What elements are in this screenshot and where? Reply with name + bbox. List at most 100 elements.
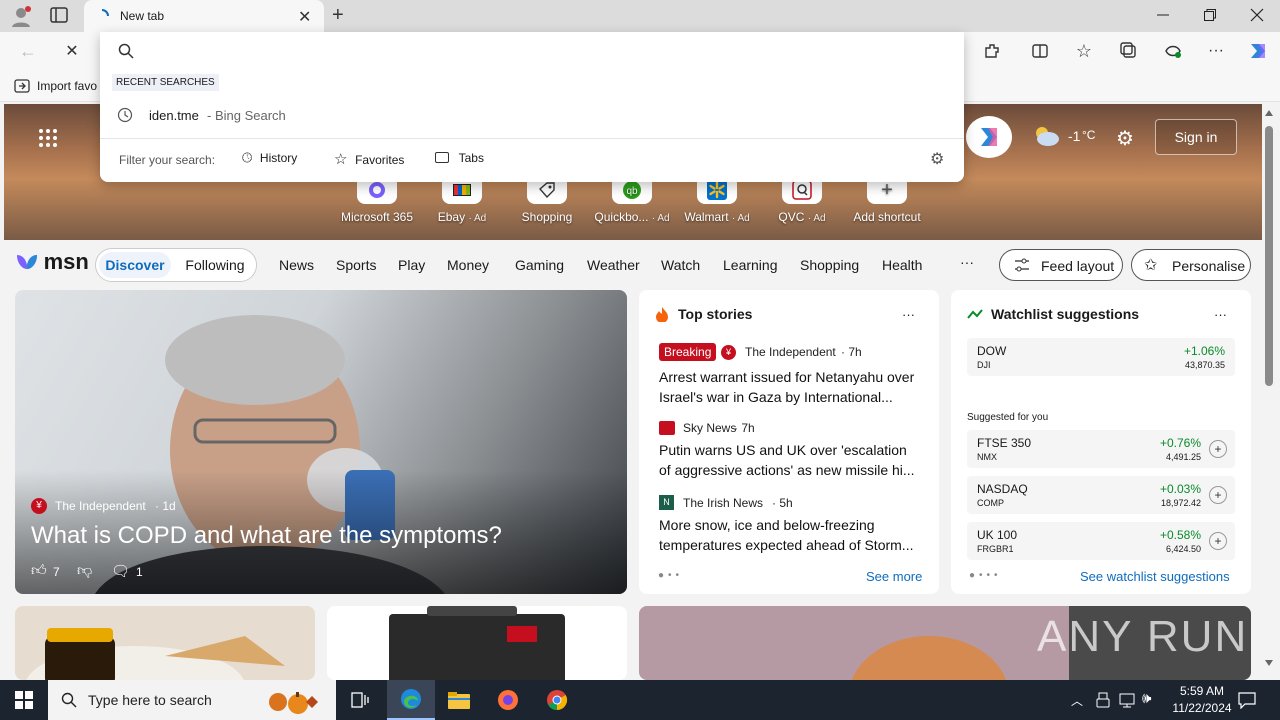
- favorites-star-icon[interactable]: ☆: [1070, 37, 1098, 65]
- story-card-video[interactable]: ANY RUN: [639, 606, 1251, 680]
- copilot-icon[interactable]: [1244, 37, 1272, 65]
- carousel-dots[interactable]: ●•••: [969, 570, 1002, 581]
- nav-shopping[interactable]: Shopping: [800, 257, 859, 273]
- collections-icon[interactable]: [1115, 37, 1143, 65]
- story-item[interactable]: N The Irish News · 5h More snow, ice and…: [659, 494, 929, 558]
- clock-date[interactable]: 11/22/2024: [1164, 701, 1240, 715]
- filter-label: Filter your search:: [119, 153, 216, 167]
- watchlist-more-icon[interactable]: ···: [1214, 307, 1227, 322]
- start-button[interactable]: [0, 680, 48, 720]
- top-stories-more-icon[interactable]: ···: [902, 307, 915, 322]
- sign-in-button[interactable]: Sign in: [1155, 119, 1237, 155]
- firefox-icon[interactable]: [484, 680, 532, 720]
- taskbar-search-box[interactable]: Type here to search: [48, 680, 336, 720]
- restore-icon[interactable]: [1203, 8, 1219, 24]
- stock-row-nasdaq[interactable]: NASDAQ COMP +0.03% 18,972.42 +: [967, 476, 1235, 514]
- extensions-icon[interactable]: [978, 37, 1006, 65]
- tab-following[interactable]: Following: [180, 252, 250, 278]
- chrome-icon[interactable]: [533, 680, 581, 720]
- new-tab-icon[interactable]: +: [332, 4, 344, 27]
- browser-essentials-icon[interactable]: [1159, 37, 1187, 65]
- shortcut-label: Microsoft 365: [340, 210, 414, 224]
- sparkle-star-icon: ✩: [1144, 257, 1158, 274]
- search-settings-gear-icon[interactable]: ⚙: [930, 149, 944, 169]
- back-icon[interactable]: ←: [14, 37, 42, 65]
- comment-icon[interactable]: 🗨︎: [111, 562, 130, 580]
- tab-discover[interactable]: Discover: [99, 252, 171, 278]
- story-item[interactable]: Breaking ¥ The Independent · 7h Arrest w…: [659, 342, 929, 406]
- nav-play[interactable]: Play: [398, 257, 425, 273]
- task-view-icon[interactable]: [336, 680, 384, 720]
- import-favorites-link[interactable]: Import favo: [37, 79, 97, 93]
- tab-close-icon[interactable]: ✕: [298, 7, 311, 27]
- add-to-watchlist-icon[interactable]: +: [1209, 440, 1227, 458]
- tab-actions-icon[interactable]: [50, 7, 70, 25]
- hero-source: The Independent: [55, 499, 146, 513]
- suggestion-item[interactable]: iden.tme - Bing Search: [100, 104, 964, 128]
- add-to-watchlist-icon[interactable]: +: [1209, 532, 1227, 550]
- address-bar-input[interactable]: [144, 38, 944, 64]
- split-screen-icon[interactable]: [1026, 37, 1054, 65]
- story-card-food[interactable]: [15, 606, 315, 680]
- shortcut-quickbooks[interactable]: qb Quickbo... · Ad: [587, 176, 677, 224]
- nav-money[interactable]: Money: [447, 257, 489, 273]
- stock-row-uk100[interactable]: UK 100 FRGBR1 +0.58% 6,424.50 +: [967, 522, 1235, 560]
- clock-time[interactable]: 5:59 AM: [1172, 684, 1232, 698]
- network-icon[interactable]: [1119, 692, 1135, 711]
- stock-row-dow[interactable]: DOW DJI +1.06% 43,870.35: [967, 338, 1235, 376]
- breaking-badge: Breaking: [659, 343, 717, 361]
- copilot-button[interactable]: [966, 116, 1012, 158]
- scrollbar-thumb[interactable]: [1265, 126, 1273, 386]
- nav-sports[interactable]: Sports: [336, 257, 376, 273]
- filter-history-button[interactable]: 🕓︎ History: [242, 150, 297, 170]
- nav-learning[interactable]: Learning: [723, 257, 778, 273]
- thumbs-down-icon[interactable]: 👎︎: [77, 562, 92, 580]
- file-explorer-icon[interactable]: [435, 680, 483, 720]
- see-more-link[interactable]: See more: [866, 569, 922, 584]
- show-hidden-icons-icon[interactable]: ︿: [1071, 692, 1083, 709]
- volume-icon[interactable]: 🕪︎: [1142, 690, 1151, 707]
- more-menu-icon[interactable]: ···: [1202, 37, 1230, 65]
- thumbs-up-icon[interactable]: 👍︎: [31, 562, 47, 580]
- shortcut-add[interactable]: + Add shortcut: [842, 176, 932, 224]
- filter-favorites-button[interactable]: ☆ Favorites: [334, 150, 404, 170]
- shortcut-ebay[interactable]: Ebay · Ad: [417, 176, 507, 224]
- nav-weather[interactable]: Weather: [587, 257, 640, 273]
- filter-tabs-button[interactable]: Tabs: [435, 150, 484, 170]
- story-age: · 5h: [772, 496, 793, 510]
- add-to-watchlist-icon[interactable]: +: [1209, 486, 1227, 504]
- nav-news[interactable]: News: [279, 257, 314, 273]
- story-item[interactable]: Sky News · 7h Putin warns US and UK over…: [659, 420, 929, 484]
- apps-grid-icon[interactable]: [38, 128, 58, 151]
- stop-loading-icon[interactable]: ✕: [58, 37, 86, 65]
- scroll-up-icon[interactable]: [1265, 110, 1273, 116]
- weather-widget[interactable]: -1 °C: [1032, 124, 1102, 150]
- msn-logo[interactable]: msn: [14, 249, 89, 277]
- nav-gaming[interactable]: Gaming: [515, 257, 564, 273]
- feed-layout-button[interactable]: Feed layout: [999, 249, 1123, 281]
- shortcut-shopping[interactable]: Shopping: [502, 176, 592, 224]
- nav-more-icon[interactable]: ···: [960, 254, 974, 270]
- tab-new-tab[interactable]: New tab ✕: [84, 0, 324, 32]
- nav-watch[interactable]: Watch: [661, 257, 700, 273]
- personalise-button[interactable]: ✩ Personalise: [1131, 249, 1251, 281]
- profile-icon[interactable]: [10, 5, 32, 27]
- settings-gear-icon[interactable]: ⚙: [1116, 126, 1134, 151]
- scroll-down-icon[interactable]: [1265, 660, 1273, 666]
- nav-health[interactable]: Health: [882, 257, 922, 273]
- stock-row-ftse[interactable]: FTSE 350 NMX +0.76% 4,491.25 +: [967, 430, 1235, 468]
- page-scrollbar[interactable]: [1262, 104, 1276, 674]
- see-watchlist-link[interactable]: See watchlist suggestions: [1080, 569, 1230, 584]
- shortcut-qvc[interactable]: QVC · Ad: [757, 176, 847, 224]
- carousel-dots[interactable]: ●••: [658, 570, 683, 581]
- minimize-icon[interactable]: [1156, 8, 1172, 24]
- usb-device-icon[interactable]: [1096, 692, 1110, 711]
- close-window-icon[interactable]: [1250, 8, 1266, 24]
- notifications-icon[interactable]: [1238, 691, 1256, 712]
- shortcut-microsoft-365[interactable]: Microsoft 365: [332, 176, 422, 224]
- hero-title[interactable]: What is COPD and what are the symptoms?: [31, 522, 502, 550]
- hero-story-card[interactable]: ¥ The Independent · 1d What is COPD and …: [15, 290, 627, 594]
- shortcut-walmart[interactable]: Walmart · Ad: [672, 176, 762, 224]
- story-card-toolcase[interactable]: [327, 606, 627, 680]
- edge-taskbar-icon[interactable]: [387, 680, 435, 720]
